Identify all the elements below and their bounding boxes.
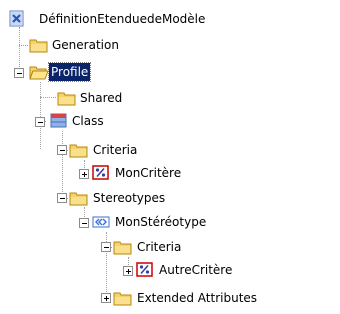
collapse-toggle[interactable] [101, 242, 111, 252]
tree-item-profile[interactable]: Profile [47, 62, 92, 82]
tree-item-stereotypes[interactable]: Stereotypes [91, 189, 167, 207]
collapse-toggle[interactable] [57, 193, 67, 203]
criterion-icon [135, 261, 155, 279]
tree-item-mon-stereotype[interactable]: MonStéréotype [113, 213, 208, 231]
expand-toggle[interactable] [123, 266, 133, 276]
folder-open-icon [29, 63, 49, 81]
tree-connector [19, 45, 28, 46]
tree-item-class[interactable]: Class [70, 112, 106, 130]
folder-icon [69, 141, 89, 159]
class-icon [49, 112, 69, 130]
folder-icon [113, 238, 133, 256]
tree-item-criteria[interactable]: Criteria [91, 141, 139, 159]
model-tree: DéfinitionEtenduedeModèle Generation Pro… [0, 0, 340, 314]
collapse-toggle[interactable] [14, 68, 24, 78]
tree-item-shared[interactable]: Shared [78, 89, 124, 107]
tree-item-generation[interactable]: Generation [50, 36, 121, 54]
collapse-toggle[interactable] [79, 218, 89, 228]
tree-item-extended-attributes[interactable]: Extended Attributes [135, 289, 259, 307]
folder-icon [57, 89, 77, 107]
folder-icon [29, 36, 49, 54]
folder-icon [69, 189, 89, 207]
folder-icon [113, 289, 133, 307]
tree-item-mon-critere[interactable]: MonCritère [113, 164, 183, 182]
stereotype-icon [91, 213, 111, 231]
collapse-toggle[interactable] [35, 117, 45, 127]
tree-item-root[interactable]: DéfinitionEtenduedeModèle [37, 10, 207, 28]
collapse-toggle[interactable] [57, 145, 67, 155]
criterion-icon [91, 164, 111, 182]
tree-item-autre-critere[interactable]: AutreCritère [157, 261, 234, 279]
tree-connector [19, 27, 20, 73]
expand-toggle[interactable] [79, 169, 89, 179]
expand-toggle[interactable] [101, 293, 111, 303]
tree-connector [40, 97, 56, 98]
tree-item-criteria-2[interactable]: Criteria [135, 238, 183, 256]
model-definition-icon [8, 10, 28, 28]
tree-connector [62, 131, 63, 194]
tree-connector [40, 82, 41, 149]
